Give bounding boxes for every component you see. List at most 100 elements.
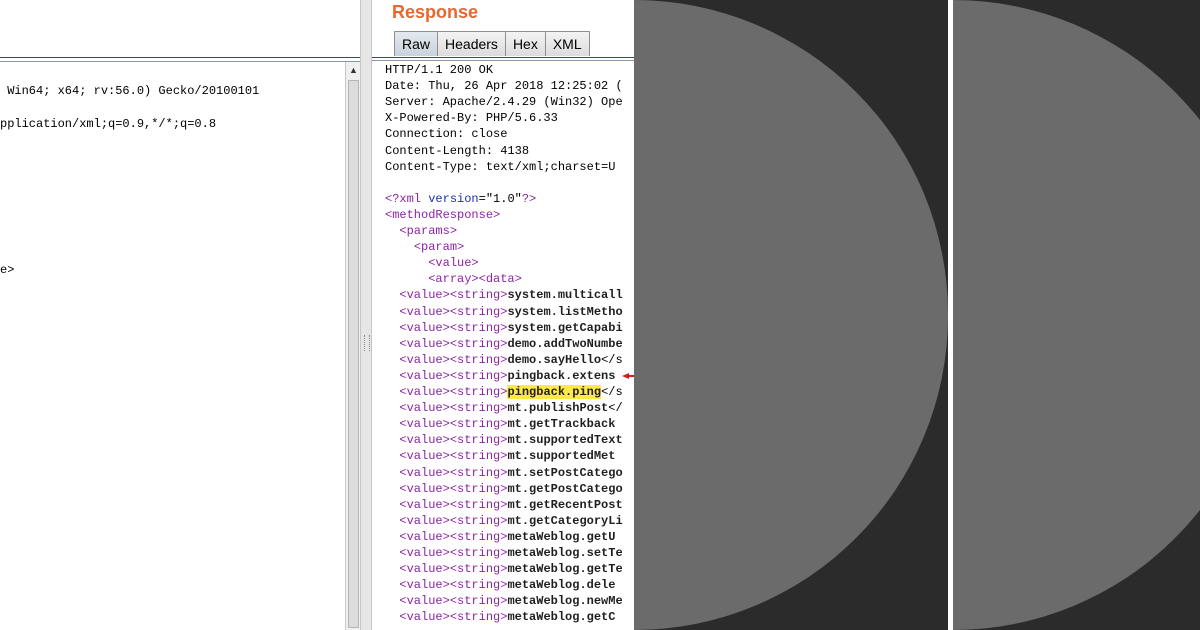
- xml-open-tags: <value><string>: [399, 513, 508, 528]
- xml-method-line: <value><string>pingback.extens: [385, 368, 615, 384]
- response-header-line: X-Powered-By: PHP/5.6.33: [385, 111, 558, 126]
- xml-open-tags: <value><string>: [399, 578, 508, 593]
- xml-method-line: <value><string>metaWeblog.getTe: [385, 561, 623, 577]
- method-name: mt.supportedMet: [507, 449, 616, 464]
- xml-decl-close: ?>: [521, 191, 537, 206]
- response-pane: Response Raw Headers Hex XML HTTP/1.1 200 O…: [372, 0, 634, 630]
- xml-decl-attr: version: [428, 191, 479, 206]
- xml-open-tags: <value><string>: [399, 304, 508, 319]
- xml-declaration: <?xml version="1.0"?>: [385, 191, 536, 207]
- request-toolbar-area: [0, 0, 360, 58]
- method-name: metaWeblog.getU: [507, 529, 616, 544]
- xml-method-line: <value><string>system.listMetho: [385, 304, 623, 320]
- response-text-editor[interactable]: HTTP/1.1 200 OK Date: Thu, 26 Apr 2018 12…: [385, 62, 634, 630]
- grip-dots-icon[interactable]: [364, 335, 370, 351]
- xml-open-tags: <value><string>: [399, 497, 508, 512]
- method-name: mt.publishPost: [507, 401, 609, 416]
- xml-method-line: <value><string>demo.sayHello</s: [385, 352, 622, 368]
- response-title: Response: [392, 2, 479, 22]
- xml-decl-open: <?xml: [385, 191, 429, 206]
- method-name: metaWeblog.newMe: [507, 594, 623, 609]
- method-name: metaWeblog.setTe: [507, 546, 623, 560]
- scrollbar-thumb[interactable]: [348, 80, 359, 628]
- tab-headers[interactable]: Headers: [437, 31, 506, 56]
- xml-open-tags: <value><string>: [399, 336, 508, 351]
- xml-close-fragment: </s: [601, 385, 623, 399]
- xml-decl-value: ="1.0": [478, 191, 522, 206]
- method-name: metaWeblog.getTe: [507, 562, 623, 577]
- method-name: demo.sayHello: [507, 352, 602, 367]
- decorative-panel-left: [634, 0, 948, 630]
- xml-tag: <param>: [413, 240, 465, 255]
- xml-close-fragment: </: [608, 401, 623, 416]
- request-scrollbar[interactable]: ▲: [345, 62, 360, 630]
- method-name: mt.getTrackback: [507, 417, 616, 432]
- xml-open-tags: <value><string>: [399, 401, 508, 416]
- tab-xml[interactable]: XML: [544, 31, 590, 56]
- xml-open-tags: <value><string>: [399, 352, 508, 367]
- method-name: mt.getCategoryLi: [507, 513, 623, 528]
- half-circle-shape: [634, 0, 948, 630]
- decorative-panel-right: [953, 0, 1200, 630]
- xml-tag: <value>: [428, 256, 479, 271]
- method-name: metaWeblog.getC: [507, 610, 616, 625]
- xml-method-line: <value><string>pingback.ping</s: [385, 384, 623, 400]
- method-name: pingback.ping: [507, 385, 602, 399]
- xml-method-line: <value><string>metaWeblog.dele: [385, 577, 615, 593]
- request-divider-secondary: [0, 61, 360, 62]
- method-name: pingback.extens: [507, 368, 616, 383]
- xml-open-tags: <value><string>: [399, 368, 508, 383]
- red-arrow-icon: [622, 373, 634, 379]
- xml-structure-line: <param>: [385, 239, 464, 255]
- method-name: metaWeblog.dele: [507, 578, 616, 593]
- tab-hex[interactable]: Hex: [504, 31, 546, 56]
- tab-raw[interactable]: Raw: [394, 31, 439, 56]
- scroll-up-icon[interactable]: ▲: [346, 62, 360, 77]
- request-text-editor[interactable]: Win64; x64; rv:56.0) Gecko/20100101 pplic…: [0, 84, 345, 630]
- xml-tag: <array><data>: [428, 272, 522, 287]
- xml-method-line: <value><string>system.getCapabi: [385, 320, 622, 336]
- xml-open-tags: <value><string>: [399, 320, 508, 335]
- xml-open-tags: <value><string>: [399, 562, 508, 577]
- response-header-line: HTTP/1.1 200 OK: [385, 63, 494, 77]
- method-name: mt.getPostCatego: [507, 481, 623, 496]
- request-line: Win64; x64; rv:56.0) Gecko/20100101: [0, 84, 260, 98]
- response-header-line: Server: Apache/2.4.29 (Win32) Ope: [385, 95, 623, 110]
- xml-method-line: <value><string>mt.supportedMet: [385, 448, 615, 464]
- method-name: system.listMetho: [507, 304, 623, 319]
- xml-method-line: <value><string>metaWeblog.getC: [385, 609, 615, 625]
- response-divider: [372, 57, 634, 58]
- response-header-line: Date: Thu, 26 Apr 2018 12:25:02 (: [385, 79, 623, 94]
- request-line: pplication/xml;q=0.9,*/*;q=0.8: [0, 116, 217, 131]
- xml-method-line: <value><string>mt.getRecentPost: [385, 497, 622, 513]
- xml-open-tags: <value><string>: [399, 288, 508, 303]
- xml-open-tags: <value><string>: [399, 481, 508, 496]
- xml-open-tags: <value><string>: [399, 529, 508, 544]
- xml-method-line: <value><string>mt.setPostCatego: [385, 465, 622, 481]
- xml-tag: <params>: [399, 224, 458, 238]
- xml-open-tags: <value><string>: [399, 610, 508, 625]
- response-tabs: Raw Headers Hex XML: [394, 31, 590, 57]
- xml-open-tags: <value><string>: [399, 417, 508, 432]
- response-header-line: Content-Type: text/xml;charset=U: [385, 159, 616, 174]
- xml-open-tags: <value><string>: [399, 385, 508, 399]
- xml-method-line: <value><string>demo.addTwoNumbe: [385, 336, 622, 352]
- xml-structure-line: <methodResponse>: [385, 207, 500, 223]
- pane-splitter[interactable]: [360, 0, 372, 630]
